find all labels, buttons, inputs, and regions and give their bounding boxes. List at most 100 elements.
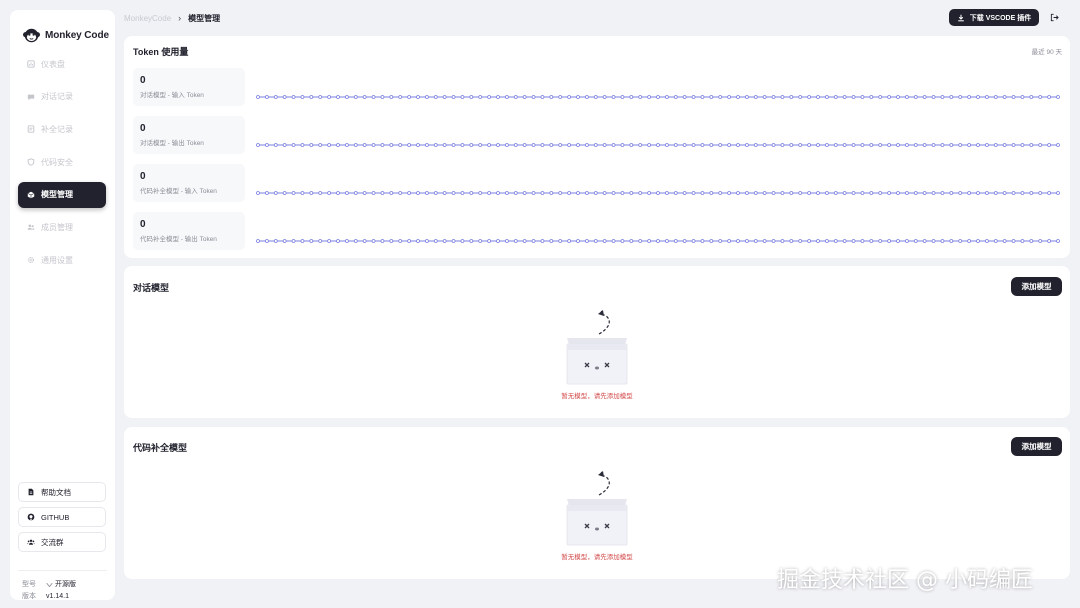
mouth	[595, 527, 599, 531]
sidebar-item-members[interactable]: 成员管理	[18, 214, 106, 240]
gear-icon	[28, 257, 34, 264]
sparkline-point	[549, 143, 554, 147]
github-button[interactable]: GITHUB	[18, 507, 106, 527]
app-logo[interactable]: Monkey Code	[23, 27, 109, 44]
sparkline-point	[416, 95, 420, 99]
add-code-model-button[interactable]: 添加模型	[1011, 437, 1062, 456]
sparkline-point	[691, 95, 696, 99]
sidebar-item-label: 对话记录	[41, 92, 73, 102]
sparkline-point	[1020, 239, 1025, 243]
sparkline-point	[993, 95, 998, 99]
sparkline-point	[531, 143, 536, 147]
sparkline-point	[576, 239, 580, 243]
code-models-title: 代码补全模型	[133, 443, 188, 453]
sidebar-item-model-management[interactable]: 模型管理	[18, 181, 106, 208]
sparkline-point	[744, 95, 749, 99]
download-icon	[957, 14, 964, 21]
sparkline-point	[673, 239, 678, 243]
sparkline-point	[1002, 239, 1007, 243]
sparkline-point	[869, 95, 874, 99]
sparkline-point	[1056, 143, 1060, 147]
sparkline-point	[522, 191, 527, 195]
sidebar-item-label: 仪表盘	[41, 59, 65, 69]
sparkline-point	[976, 95, 980, 99]
sparkline-point	[273, 239, 278, 243]
sparkline-point	[309, 143, 314, 147]
sparkline-point	[949, 239, 954, 243]
sparkline-point	[718, 95, 723, 99]
sparkline-point	[593, 191, 598, 195]
sparkline-point	[718, 143, 723, 147]
sparkline-point	[380, 239, 385, 243]
sparkline-point	[602, 95, 607, 99]
sparkline-point	[727, 239, 732, 243]
sparkline-point	[904, 239, 909, 243]
sparkline-point	[318, 239, 323, 243]
edition-value: 开源版	[46, 579, 76, 589]
token-usage-card: Token 使用量 最近 90 天 0 对话模型 - 输入 Token 0 对话…	[124, 36, 1070, 258]
sparkline-point	[780, 191, 785, 195]
download-label: 下载 VSCODE 插件	[969, 14, 1032, 22]
sidebar-item-label: 通用设置	[41, 255, 73, 265]
sparkline-point	[984, 239, 989, 243]
breadcrumb-root[interactable]: MonkeyCode	[124, 14, 171, 23]
sparkline-point	[371, 239, 376, 243]
sparkline-point	[709, 143, 714, 147]
sidebar-item-dashboard[interactable]: 仪表盘	[18, 51, 106, 77]
sparkline-point	[531, 95, 536, 99]
sparkline-point	[451, 191, 456, 195]
sparkline-point	[291, 95, 296, 99]
sidebar-item-chat-records[interactable]: 对话记录	[18, 84, 106, 110]
sparkline-point	[309, 239, 314, 243]
sparkline-point	[1002, 95, 1007, 99]
sparkline-point	[762, 95, 767, 99]
sparkline-point	[478, 143, 483, 147]
stat-value: 0	[140, 219, 146, 230]
sparkline-point	[353, 95, 358, 99]
sparkline-point	[967, 239, 972, 243]
sparkline-point	[949, 143, 954, 147]
sidebar-item-completion-records[interactable]: 补全记录	[18, 116, 106, 142]
help-docs-label: 帮助文档	[41, 487, 71, 497]
download-vscode-plugin-button[interactable]: 下载 VSCODE 插件	[949, 9, 1039, 26]
sparkline-point	[504, 191, 509, 195]
sparkline-point	[700, 95, 705, 99]
sparkline-point	[798, 143, 803, 147]
sparkline-point	[656, 239, 660, 243]
sparkline-point	[344, 143, 349, 147]
sparkline-point	[1029, 239, 1034, 243]
sparkline-point	[549, 95, 554, 99]
sparkline-point	[958, 239, 963, 243]
version-info: 型号 开源版 版本 v1.14.1	[22, 578, 76, 602]
sparkline-point	[584, 191, 589, 195]
sparkline-point	[1056, 95, 1060, 99]
sparkline-point	[540, 95, 545, 99]
sparkline-point	[824, 143, 829, 147]
sparkline-point	[478, 95, 483, 99]
add-chat-model-button[interactable]: 添加模型	[1011, 277, 1062, 296]
sparkline-point	[531, 239, 536, 243]
sparkline-point	[976, 239, 980, 243]
sparkline-point	[487, 191, 492, 195]
sparkline-point	[1038, 143, 1043, 147]
sparkline-point	[913, 239, 918, 243]
chat-models-title: 对话模型	[133, 283, 170, 293]
sparkline-point	[789, 191, 794, 195]
sidebar-item-code-security[interactable]: 代码安全	[18, 149, 106, 175]
community-group-button[interactable]: 交流群	[18, 532, 106, 552]
sidebar-item-settings[interactable]: 通用设置	[18, 247, 106, 273]
sparkline-point	[593, 95, 598, 99]
sparkline-point	[744, 239, 749, 243]
sparkline-point	[753, 239, 758, 243]
help-docs-button[interactable]: 帮助文档	[18, 482, 106, 502]
sparkline-point	[576, 95, 580, 99]
sparkline-point	[602, 191, 607, 195]
box-shade	[567, 344, 627, 350]
logout-button[interactable]	[1048, 11, 1060, 23]
sparkline-point	[798, 95, 803, 99]
sparkline-point	[656, 143, 660, 147]
sparkline-point	[282, 95, 287, 99]
time-range-label[interactable]: 最近 90 天	[1032, 46, 1062, 56]
sparkline-point	[878, 143, 883, 147]
sparkline-point	[700, 143, 705, 147]
